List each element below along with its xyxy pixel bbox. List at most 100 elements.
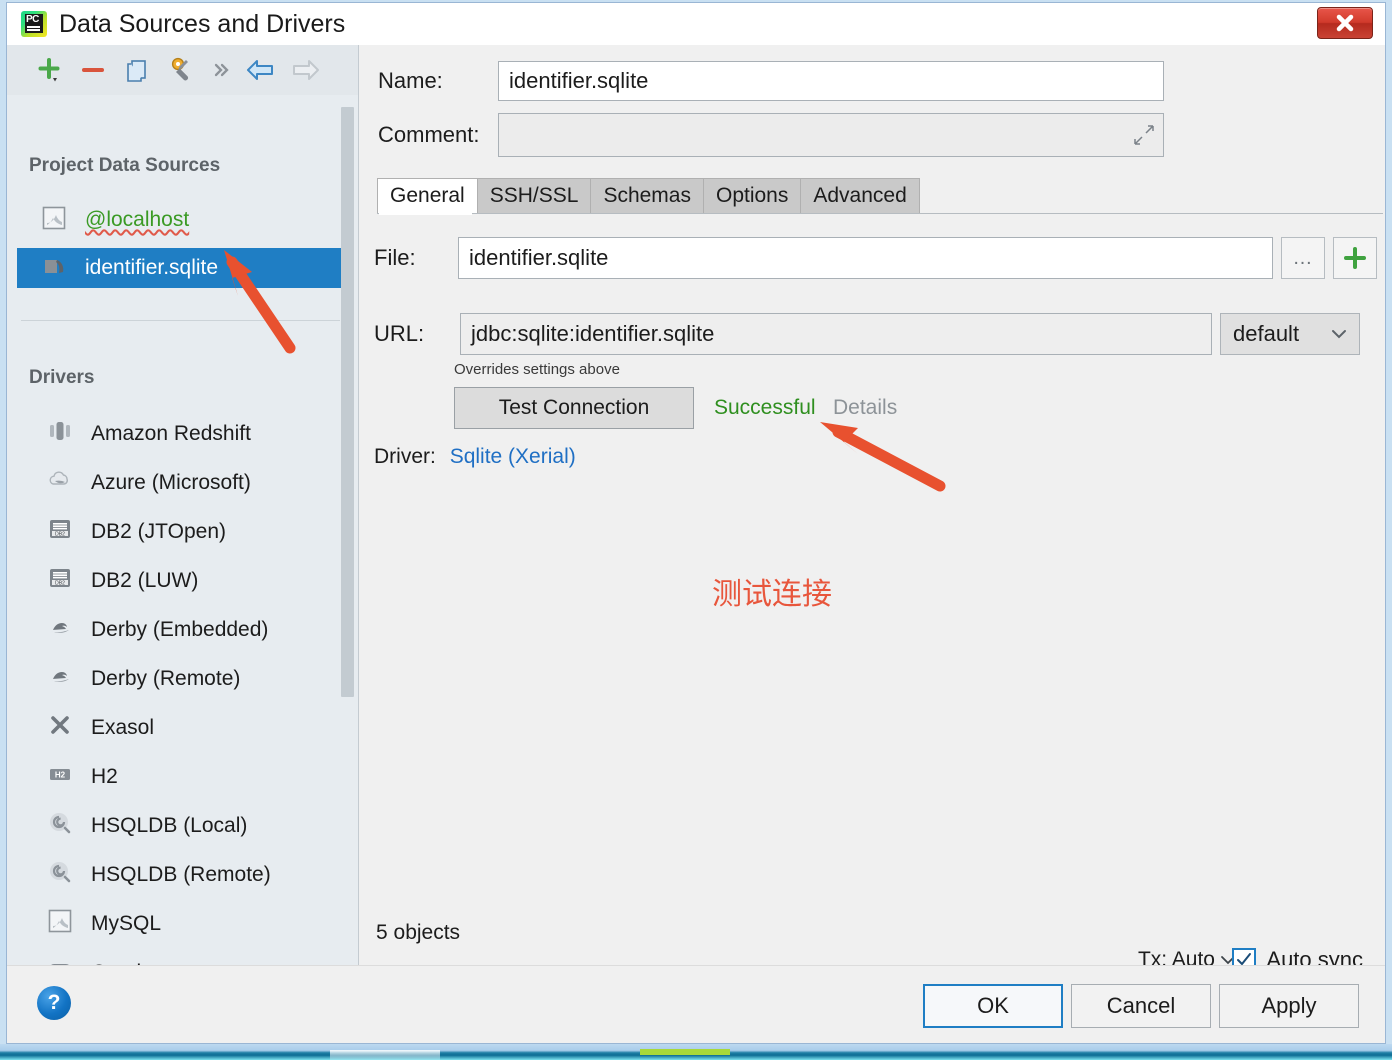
forward-icon	[283, 50, 327, 90]
driver-item-label: Derby (Embedded)	[91, 617, 269, 641]
connection-status: Successful	[714, 396, 816, 419]
driver-item-h2[interactable]: H2 H2	[17, 752, 118, 801]
screen-root: PC Data Sources and Drivers Project Data…	[0, 0, 1392, 1060]
svg-text:DB2: DB2	[55, 580, 65, 586]
comment-input[interactable]	[498, 113, 1164, 157]
driver-item-label: Azure (Microsoft)	[91, 470, 251, 494]
driver-link[interactable]: Sqlite (Xerial)	[450, 445, 576, 468]
url-input[interactable]: jdbc:sqlite:identifier.sqlite	[460, 313, 1212, 355]
driver-item-mysql[interactable]: MySQL	[17, 899, 161, 948]
driver-item-label: MySQL	[91, 911, 162, 935]
azure-icon	[47, 467, 73, 498]
detail-panel: Name: identifier.sqlite Comment: General…	[360, 45, 1385, 1043]
back-icon[interactable]	[239, 50, 283, 90]
dialog-body: Project Data Sources @localhost identifi…	[7, 45, 1385, 1043]
plus-icon	[1344, 247, 1366, 269]
tab-advanced[interactable]: Advanced	[800, 178, 920, 214]
driver-item-label: Amazon Redshift	[91, 421, 251, 445]
settings-tabs: General SSH/SSL Schemas Options Advanced	[377, 178, 920, 214]
db2-icon: DB2	[47, 516, 73, 547]
driver-row: Driver: Sqlite (Xerial)	[374, 445, 576, 469]
file-row: File: identifier.sqlite …	[374, 237, 1377, 279]
file-input[interactable]: identifier.sqlite	[458, 237, 1273, 279]
driver-item-label: HSQLDB (Local)	[91, 813, 248, 837]
url-label: URL:	[374, 321, 425, 346]
driver-item-db2-luw[interactable]: DB2 DB2 (LUW)	[17, 556, 198, 605]
driver-label: Driver:	[374, 445, 436, 468]
comment-row: Comment:	[378, 113, 1164, 157]
taskbar-accent	[640, 1049, 730, 1055]
pycharm-icon: PC	[21, 11, 47, 37]
drivers-heading: Drivers	[29, 367, 95, 388]
driver-item-hsqldb-local[interactable]: HSQLDB (Local)	[17, 801, 247, 850]
tab-ssh-ssl[interactable]: SSH/SSL	[476, 178, 591, 214]
comment-label: Comment:	[378, 122, 480, 147]
expand-icon[interactable]	[1133, 124, 1155, 152]
overrides-hint: Overrides settings above	[454, 361, 620, 378]
db2-icon: DB2	[47, 565, 73, 596]
hsqldb-icon	[47, 859, 73, 890]
sidebar-item-label: @localhost	[85, 208, 190, 231]
window-title: Data Sources and Drivers	[59, 9, 346, 38]
data-sources-dialog: PC Data Sources and Drivers Project Data…	[6, 2, 1386, 1044]
driver-item-derby-embedded[interactable]: Derby (Embedded)	[17, 605, 268, 654]
sidebar-toolbar	[7, 45, 358, 95]
remove-icon[interactable]	[71, 50, 115, 90]
add-icon[interactable]	[27, 50, 71, 90]
sidebar-item-identifier-sqlite[interactable]: identifier.sqlite	[17, 248, 344, 288]
more-icon[interactable]	[203, 50, 239, 90]
driver-item-label: DB2 (JTOpen)	[91, 519, 226, 543]
tab-options[interactable]: Options	[702, 178, 801, 214]
sqlite-icon	[41, 253, 67, 284]
redshift-icon	[47, 418, 73, 449]
name-label: Name:	[378, 68, 443, 93]
driver-item-label: Exasol	[91, 715, 155, 739]
title-bar: PC Data Sources and Drivers	[7, 3, 1385, 45]
url-mode-select[interactable]: default	[1220, 313, 1360, 355]
svg-text:DB2: DB2	[55, 531, 65, 537]
driver-settings-icon[interactable]	[159, 50, 203, 90]
name-input[interactable]: identifier.sqlite	[498, 61, 1164, 101]
ellipsis-icon: …	[1292, 247, 1314, 269]
browse-file-button[interactable]: …	[1281, 237, 1325, 279]
driver-item-amazon-redshift[interactable]: Amazon Redshift	[17, 409, 251, 458]
url-mode-value: default	[1233, 321, 1300, 346]
driver-item-azure-microsoft[interactable]: Azure (Microsoft)	[17, 458, 251, 507]
exasol-icon	[47, 712, 73, 743]
driver-item-hsqldb-remote[interactable]: HSQLDB (Remote)	[17, 850, 271, 899]
mysql-icon	[47, 908, 73, 939]
mysql-icon	[41, 205, 67, 236]
driver-item-db2-jtopen[interactable]: DB2 DB2 (JTOpen)	[17, 507, 226, 556]
add-file-button[interactable]	[1333, 237, 1377, 279]
tab-schemas[interactable]: Schemas	[590, 178, 703, 214]
derby-icon	[47, 663, 73, 694]
h2-icon: H2	[47, 761, 73, 792]
driver-item-exasol[interactable]: Exasol	[17, 703, 154, 752]
copy-icon[interactable]	[115, 50, 159, 90]
sidebar-item-localhost[interactable]: @localhost	[17, 200, 342, 240]
details-link[interactable]: Details	[833, 396, 897, 420]
hsqldb-icon	[47, 810, 73, 841]
help-icon[interactable]: ?	[37, 986, 71, 1020]
test-connection-button[interactable]: Test Connection	[454, 387, 694, 429]
file-label: File:	[374, 245, 416, 270]
driver-item-derby-remote[interactable]: Derby (Remote)	[17, 654, 240, 703]
chevron-down-icon	[1332, 330, 1346, 339]
sidebar-item-label: identifier.sqlite	[85, 256, 219, 279]
url-row: URL: jdbc:sqlite:identifier.sqlite defau…	[374, 313, 1360, 355]
ok-button[interactable]: OK	[923, 984, 1063, 1028]
sidebar-scrollbar-thumb[interactable]	[341, 107, 354, 697]
driver-item-label: DB2 (LUW)	[91, 568, 199, 592]
sidebar-divider	[21, 320, 340, 321]
close-icon[interactable]	[1317, 7, 1373, 39]
taskbar-strip	[0, 1044, 1392, 1060]
dialog-footer: ? OK Cancel Apply	[7, 965, 1385, 1043]
tab-separator	[377, 213, 1383, 214]
apply-button[interactable]: Apply	[1219, 984, 1359, 1028]
project-data-sources-heading: Project Data Sources	[29, 155, 221, 176]
tab-general[interactable]: General	[377, 178, 477, 214]
sidebar: Project Data Sources @localhost identifi…	[7, 45, 359, 1043]
driver-item-label: HSQLDB (Remote)	[91, 862, 271, 886]
cancel-button[interactable]: Cancel	[1071, 984, 1211, 1028]
svg-text:H2: H2	[55, 771, 66, 780]
